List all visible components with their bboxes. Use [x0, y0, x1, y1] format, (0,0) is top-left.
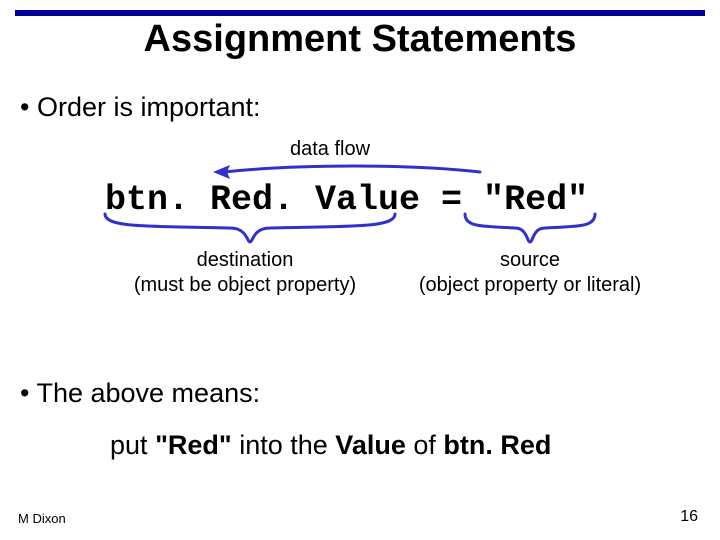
label-source-line1: source [500, 249, 560, 271]
brace-destination [100, 210, 400, 246]
label-destination-line2: (must be object property) [134, 274, 356, 296]
label-data-flow: data flow [290, 138, 370, 161]
meaning-sentence: put "Red" into the Value of btn. Red [110, 430, 551, 461]
footer-page-number: 16 [680, 508, 698, 526]
label-source: source (object property or literal) [405, 248, 655, 298]
w-of: of [413, 430, 436, 460]
page-title: Assignment Statements [0, 18, 720, 61]
w-into-the: into the [239, 430, 328, 460]
bullet-order-text: Order is important: [37, 92, 261, 122]
brace-source [460, 210, 600, 246]
footer-author: M Dixon [18, 511, 66, 526]
bullet-order: • Order is important: [20, 92, 261, 123]
w-put: put [110, 430, 148, 460]
arrow-data-flow [210, 160, 485, 182]
w-btnred: btn. Red [443, 430, 551, 460]
w-value: Value [335, 430, 406, 460]
bullet-means-text: The above means: [36, 378, 260, 408]
title-rule [15, 10, 705, 16]
label-destination-line1: destination [197, 249, 294, 271]
label-destination: destination (must be object property) [105, 248, 385, 298]
w-red: "Red" [155, 430, 232, 460]
bullet-means: • The above means: [20, 378, 260, 409]
label-source-line2: (object property or literal) [419, 274, 641, 296]
